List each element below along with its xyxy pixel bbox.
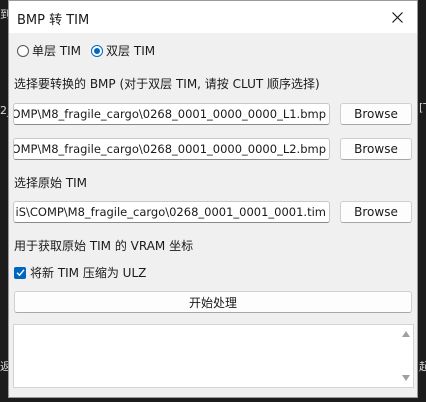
bmp-path-2-value: OMP\M8_fragile_cargo\0268_0001_0000_0000… xyxy=(13,142,326,156)
checkmark-icon xyxy=(16,269,25,277)
single-layer-radio[interactable]: 单层 TIM xyxy=(17,42,81,59)
close-button[interactable] xyxy=(377,1,417,33)
radio-circle-checked xyxy=(91,44,104,57)
compress-ulz-checkbox[interactable]: 将新 TIM 压缩为 ULZ xyxy=(14,264,146,281)
start-processing-button[interactable]: 开始处理 xyxy=(14,291,412,313)
radio-circle xyxy=(17,44,29,57)
browse-bmp-1-button[interactable]: Browse xyxy=(340,103,412,125)
background-text: 起 xyxy=(419,360,426,373)
mode-radio-group: 单层 TIM 双层 TIM xyxy=(17,42,165,59)
tim-select-label: 选择原始 TIM xyxy=(14,176,88,190)
close-icon xyxy=(391,11,403,23)
background-text: [T xyxy=(419,101,426,114)
bmp-select-label: 选择要转换的 BMP (对于双层 TIM, 请按 CLUT 顺序选择) xyxy=(14,77,320,91)
bmp-to-tim-dialog: BMP 转 TIM 单层 TIM 双层 TIM 选择要转换的 BMP (对于双层… xyxy=(8,0,418,398)
scroll-up-arrow-icon[interactable] xyxy=(402,331,410,337)
browse-tim-button[interactable]: Browse xyxy=(340,201,412,223)
window-title: BMP 转 TIM xyxy=(17,13,90,28)
browse-bmp-2-button[interactable]: Browse xyxy=(340,138,412,160)
vram-note: 用于获取原始 TIM 的 VRAM 坐标 xyxy=(14,239,194,253)
bmp-path-input-1[interactable]: OMP\M8_fragile_cargo\0268_0001_0000_0000… xyxy=(13,103,330,125)
log-scrollbar[interactable] xyxy=(399,325,413,387)
single-layer-label: 单层 TIM xyxy=(32,44,82,58)
bmp-path-input-2[interactable]: OMP\M8_fragile_cargo\0268_0001_0000_0000… xyxy=(13,138,330,160)
log-output[interactable] xyxy=(13,324,414,388)
tim-path-value: iS\COMP\M8_fragile_cargo\0268_0001_0001_… xyxy=(15,205,327,219)
compress-ulz-label: 将新 TIM 压缩为 ULZ xyxy=(30,266,147,280)
double-layer-radio[interactable]: 双层 TIM xyxy=(91,42,155,59)
tim-path-input[interactable]: iS\COMP\M8_fragile_cargo\0268_0001_0001_… xyxy=(13,201,330,223)
bmp-path-1-value: OMP\M8_fragile_cargo\0268_0001_0000_0000… xyxy=(13,107,326,121)
scroll-down-arrow-icon[interactable] xyxy=(402,375,410,381)
title-bar: BMP 转 TIM xyxy=(9,1,417,33)
checkbox-checked xyxy=(14,266,26,279)
double-layer-label: 双层 TIM xyxy=(106,44,156,58)
